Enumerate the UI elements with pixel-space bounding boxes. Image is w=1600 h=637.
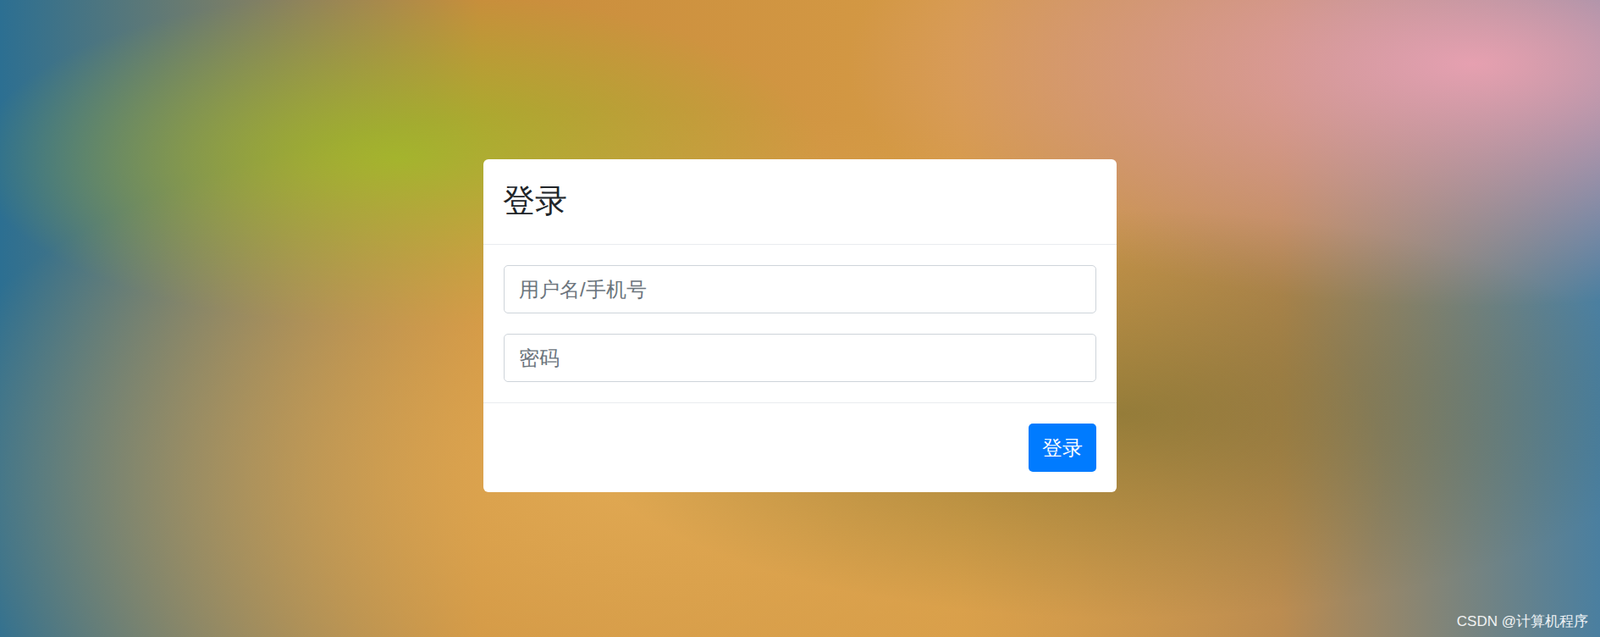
dialog-header: 登录 <box>483 159 1117 245</box>
watermark: CSDN @计算机程序 <box>1456 610 1589 633</box>
login-input[interactable] <box>503 333 1097 382</box>
dialog-footer: 登录 <box>483 402 1117 492</box>
dialog-title: 登录 <box>502 181 568 222</box>
login-button[interactable]: 登录 <box>1028 423 1097 472</box>
login-page: 登录登录CSDN @计算机程序 <box>0 0 1600 637</box>
login-input[interactable] <box>503 264 1097 314</box>
login-dialog: 登录登录 <box>483 159 1117 492</box>
dialog-body <box>483 244 1117 403</box>
